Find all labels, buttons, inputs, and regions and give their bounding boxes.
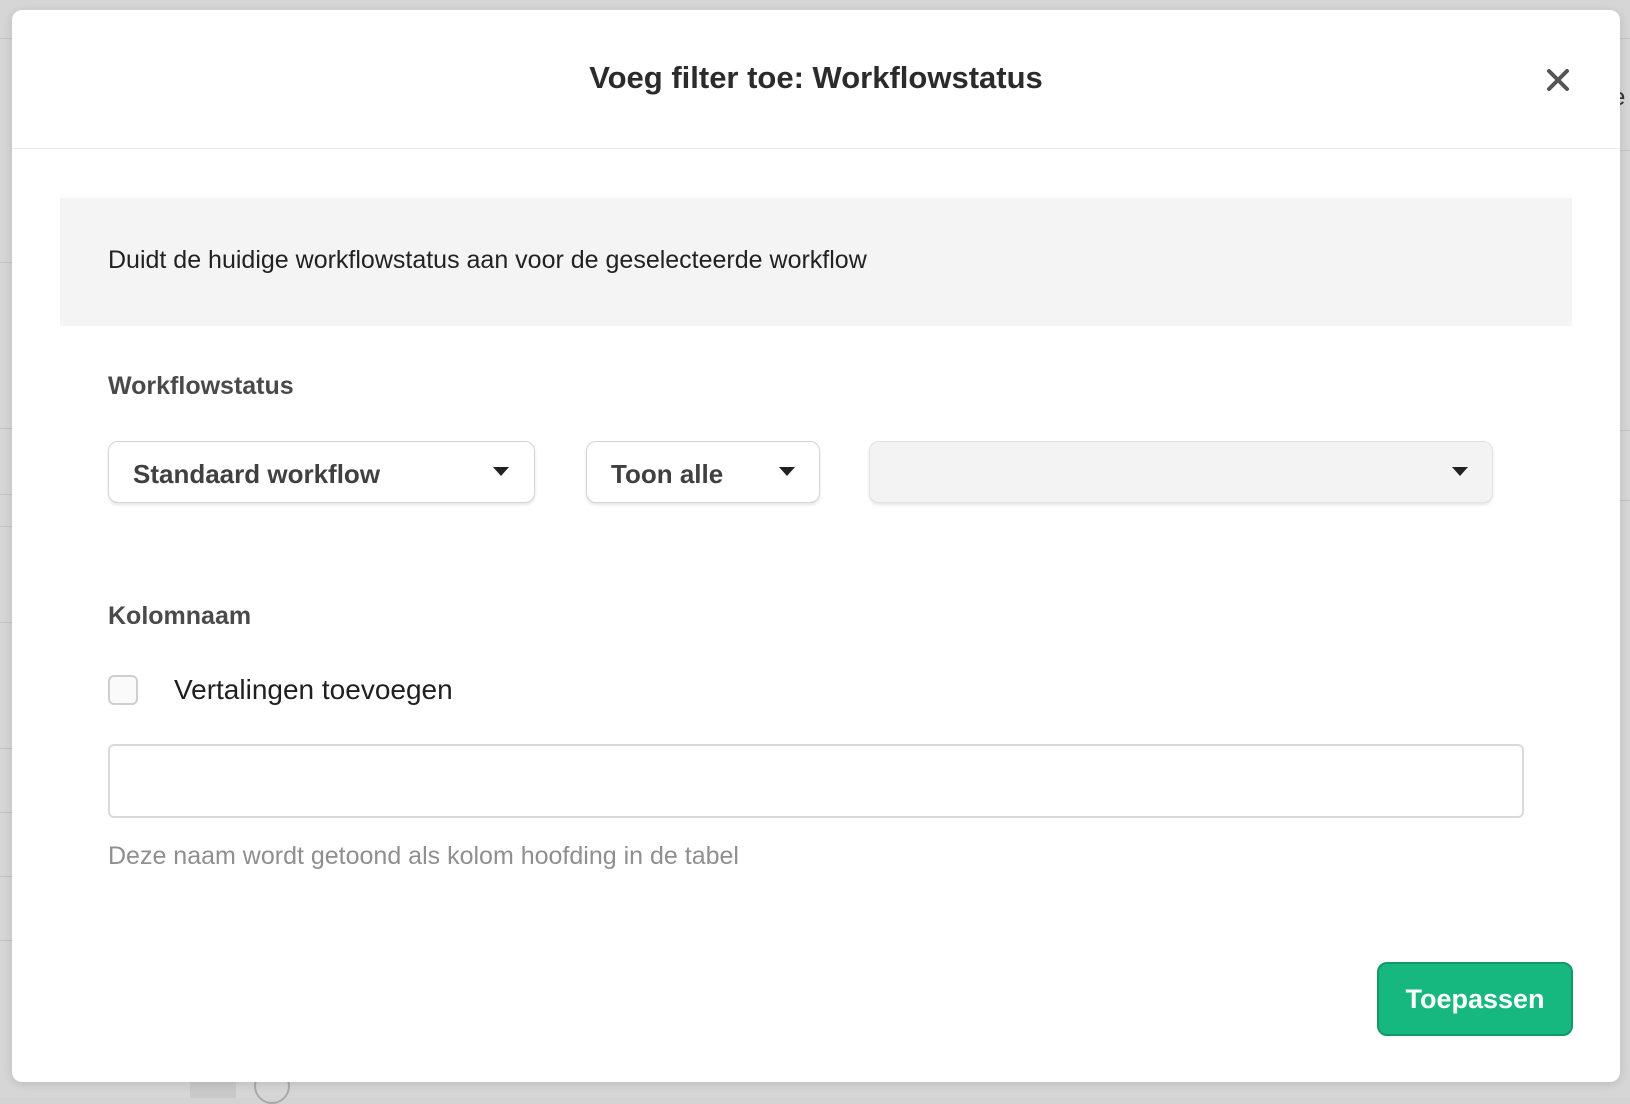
caret-down-icon — [1452, 467, 1468, 476]
modal-header: Voeg filter toe: Workflowstatus — [12, 10, 1620, 149]
caret-down-icon — [779, 467, 795, 476]
workflow-select[interactable]: Standaard workflow — [108, 441, 535, 503]
column-name-label: Kolomnaam — [108, 602, 252, 630]
caret-down-icon — [493, 467, 509, 476]
column-name-input[interactable] — [108, 744, 1524, 818]
status-select[interactable] — [869, 441, 1493, 503]
apply-button[interactable]: Toepassen — [1377, 962, 1573, 1036]
background-column — [190, 1082, 236, 1098]
scope-select-value: Toon alle — [611, 459, 724, 489]
add-filter-modal: Voeg filter toe: Workflowstatus Duidt de… — [12, 10, 1620, 1082]
translations-checkbox[interactable] — [108, 675, 138, 705]
scope-select[interactable]: Toon alle — [586, 441, 820, 503]
info-text: Duidt de huidige workflowstatus aan voor… — [108, 246, 867, 274]
close-icon — [1547, 69, 1569, 91]
column-name-helper-text: Deze naam wordt getoond als kolom hoofdi… — [108, 842, 739, 870]
translations-checkbox-label[interactable]: Vertalingen toevoegen — [174, 674, 453, 706]
workflow-status-label: Workflowstatus — [108, 372, 294, 400]
workflow-select-value: Standaard workflow — [133, 459, 381, 489]
close-button[interactable] — [1540, 62, 1576, 98]
modal-title: Voeg filter toe: Workflowstatus — [589, 60, 1043, 95]
info-box: Duidt de huidige workflowstatus aan voor… — [60, 198, 1572, 326]
